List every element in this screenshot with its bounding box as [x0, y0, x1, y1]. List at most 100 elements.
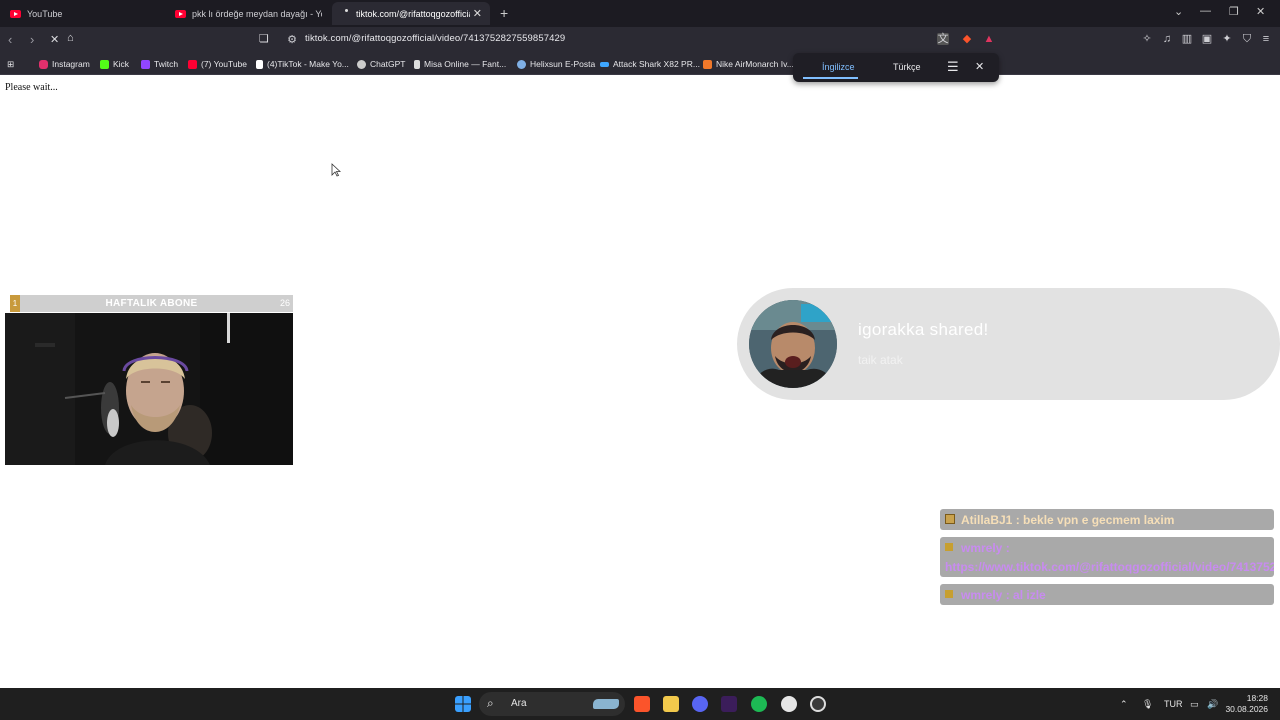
streamer-camera-image — [5, 313, 293, 465]
close-window-button[interactable]: ✕ — [1256, 5, 1265, 18]
back-icon[interactable]: ‹ — [8, 32, 12, 47]
chat-username: AtillaBJ1 — [961, 513, 1013, 527]
share-alert-title: igorakka shared! — [858, 320, 989, 339]
chat-separator: : — [1012, 513, 1024, 527]
share-alert: igorakka shared! taik atak — [737, 288, 1280, 400]
chat-username-line: wmrely : — [961, 541, 1010, 555]
navigation-toolbar: ‹ › ✕ ⌂ ❏ ⚙ tiktok.com/@rifattoqgozoffic… — [0, 27, 1280, 53]
instagram-icon — [39, 59, 48, 69]
sharer-avatar — [749, 300, 837, 388]
clock-date: 30.08.2026 — [1225, 704, 1268, 714]
tab-strip: YouTube pkk lı ördeğe meydan dayağı - Yo… — [0, 0, 1280, 27]
target-language-tab[interactable]: Türkçe — [893, 62, 921, 72]
bookmarks-bar: ⊞ Instagram Kick Twitch (7) YouTube (4)T… — [0, 53, 1280, 75]
bookmark-nike[interactable]: Nike AirMonarch Iv... — [703, 57, 794, 71]
system-clock[interactable]: 18:28 30.08.2026 — [1225, 693, 1268, 715]
site-info-icon[interactable]: ⚙ — [286, 34, 298, 46]
home-icon[interactable]: ⌂ — [67, 32, 74, 44]
youtube-icon — [175, 9, 186, 18]
leo-ai-icon[interactable]: ✦ — [1221, 33, 1233, 45]
bookmark-label: (7) YouTube — [201, 59, 247, 69]
translate-menu-icon[interactable]: ☰ — [947, 59, 959, 75]
bookmark-tiktok[interactable]: (4)TikTok - Make Yo... — [256, 57, 349, 71]
sidebar-icon[interactable]: ▥ — [1181, 33, 1193, 45]
network-icon[interactable]: ▭ — [1190, 699, 1199, 710]
bookmark-chatgpt[interactable]: ChatGPT — [357, 57, 405, 71]
bookmark-youtube[interactable]: (7) YouTube — [188, 57, 247, 71]
subscriber-badge-icon — [945, 514, 955, 524]
translate-icon[interactable]: 文 — [937, 33, 949, 45]
stop-loading-icon[interactable]: ✕ — [50, 33, 59, 46]
vpn-icon[interactable]: ⛉ — [1241, 33, 1253, 45]
youtube-icon — [188, 59, 197, 69]
chat-line: AtillaBJ1 : bekle vpn e gecmem laxim — [961, 513, 1174, 527]
weekly-subscriber-bar: 1 HAFTALIK ABONE 26 — [10, 295, 293, 312]
attack-shark-icon — [600, 61, 609, 67]
search-placeholder: Ara — [511, 698, 527, 709]
bookmark-label: Nike AirMonarch Iv... — [716, 59, 794, 69]
media-icon[interactable]: ♫ — [1161, 33, 1173, 45]
obs-icon[interactable] — [781, 696, 797, 712]
tab-youtube[interactable]: YouTube — [0, 2, 165, 25]
tab-title: YouTube — [27, 8, 63, 19]
forward-icon[interactable]: › — [30, 32, 34, 47]
webcam-feed — [5, 313, 293, 465]
twitch-icon — [141, 59, 150, 69]
bookmark-attack-shark[interactable]: Attack Shark X82 PR... — [600, 57, 700, 71]
subscriber-badge-icon — [945, 543, 953, 551]
bookmark-label: ChatGPT — [370, 59, 406, 69]
extensions-icon[interactable]: ✧ — [1141, 33, 1153, 45]
tray-overflow-icon[interactable]: ⌃ — [1120, 699, 1128, 710]
tab-youtube-video[interactable]: pkk lı ördeğe meydan dayağı - YouTube — [165, 2, 330, 25]
globe-icon — [517, 59, 526, 69]
chat-separator: : — [1002, 541, 1010, 555]
close-tab-icon[interactable]: ✕ — [473, 7, 482, 20]
address-bar[interactable]: ⚙ tiktok.com/@rifattoqgozofficial/video/… — [282, 30, 1002, 50]
bookmark-kick[interactable]: Kick — [100, 57, 129, 71]
brave-rewards-icon[interactable]: ▲ — [983, 33, 995, 45]
taskbar-search[interactable]: ⌕ Ara — [479, 692, 625, 716]
tab-title: tiktok.com/@rifattoqgozofficial/video/74… — [356, 8, 470, 19]
brave-browser-icon[interactable] — [634, 696, 650, 712]
keyboard-language[interactable]: TUR — [1164, 699, 1183, 709]
file-explorer-icon[interactable] — [663, 696, 679, 712]
bookmark-instagram[interactable]: Instagram — [39, 57, 90, 71]
bookmark-misa[interactable]: Misa Online — Fant... — [414, 57, 506, 71]
tab-tiktok[interactable]: tiktok.com/@rifattoqgozofficial/video/74… — [332, 2, 490, 25]
spotify-icon[interactable] — [751, 696, 767, 712]
youtube-icon — [10, 9, 21, 18]
bookmark-label: Helixsun E-Posta — [530, 59, 596, 69]
windows-start-icon[interactable] — [455, 696, 471, 712]
microphone-icon[interactable]: 🎙 — [1142, 699, 1153, 710]
bookmark-label: Twitch — [154, 59, 179, 69]
volume-icon[interactable]: 🔊 — [1207, 699, 1218, 710]
new-tab-button[interactable]: + — [500, 5, 508, 21]
loading-message: Please wait... — [5, 82, 58, 93]
discord-icon[interactable] — [692, 696, 708, 712]
chat-message: AtillaBJ1 : bekle vpn e gecmem laxim — [940, 509, 1274, 530]
chat-username: wmrely — [961, 588, 1003, 602]
tab-title: pkk lı ördeğe meydan dayağı - YouTube — [192, 8, 322, 19]
search-icon: ⌕ — [487, 696, 494, 710]
minimize-button[interactable]: — — [1200, 5, 1211, 17]
tab-list-icon[interactable]: ⌄ — [1174, 5, 1183, 18]
brave-shields-icon[interactable]: ◆ — [961, 33, 973, 45]
bookmark-label: Attack Shark X82 PR... — [613, 59, 700, 69]
menu-icon[interactable]: ≡ — [1260, 33, 1272, 45]
subscriber-badge-icon — [945, 590, 953, 598]
wallet-icon[interactable]: ▣ — [1201, 33, 1213, 45]
bookmark-icon[interactable]: ❏ — [259, 32, 269, 45]
source-language-tab[interactable]: İngilizce — [822, 62, 855, 72]
chat-link[interactable]: https://www.tiktok.com/@rifattoqgozoffic… — [945, 560, 1274, 574]
close-icon[interactable]: ✕ — [975, 60, 984, 73]
next-app-icon[interactable] — [721, 696, 737, 712]
bookmark-label: Misa Online — Fant... — [424, 59, 507, 69]
translate-popup: İngilizce Türkçe ☰ ✕ — [793, 53, 999, 82]
bookmark-helixsun[interactable]: Helixsun E-Posta — [517, 57, 595, 71]
bookmark-twitch[interactable]: Twitch — [141, 57, 178, 71]
restore-button[interactable]: ❐ — [1229, 5, 1239, 18]
misa-icon — [414, 59, 420, 69]
url-text: tiktok.com/@rifattoqgozofficial/video/74… — [305, 33, 566, 44]
steam-icon[interactable] — [810, 696, 826, 712]
apps-icon[interactable]: ⊞ — [7, 57, 14, 71]
